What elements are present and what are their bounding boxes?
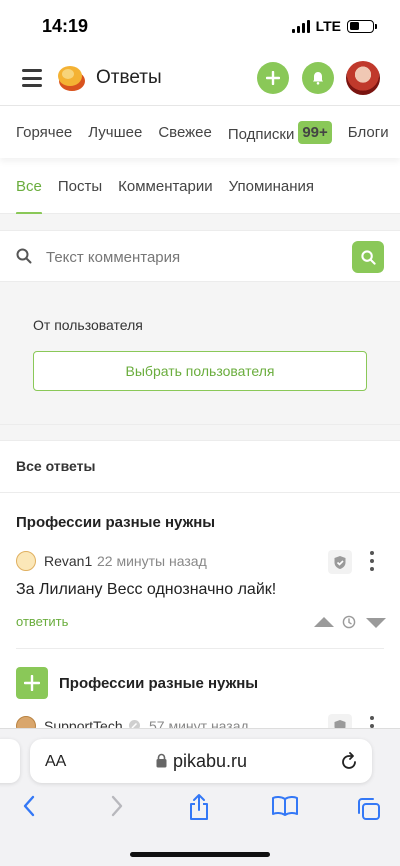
more-options-icon[interactable] <box>368 551 376 571</box>
previous-tab-preview[interactable] <box>0 739 20 783</box>
upvote-icon[interactable] <box>314 617 334 627</box>
category-blogs[interactable]: Блоги <box>348 124 389 141</box>
comment-username[interactable]: Revan1 <box>44 553 92 569</box>
forward-icon[interactable] <box>110 795 124 817</box>
comment-post-title[interactable]: Профессии разные нужны <box>16 514 215 531</box>
address-domain: pikabu.ru <box>173 751 248 771</box>
choose-user-button[interactable]: Выбрать пользователя <box>33 351 367 391</box>
app-header: Ответы <box>0 52 400 106</box>
battery-icon <box>347 19 377 33</box>
divider <box>0 440 400 441</box>
tabs-icon[interactable] <box>356 797 382 821</box>
reply-link[interactable]: ответить <box>16 614 68 629</box>
category-fresh[interactable]: Свежее <box>158 124 212 141</box>
comment-time: 22 минуты назад <box>97 553 207 569</box>
downvote-icon[interactable] <box>366 618 386 628</box>
category-subscriptions-label: Подписки <box>227 125 295 143</box>
clock-icon[interactable] <box>342 615 356 629</box>
status-indicators: LTE <box>291 18 377 34</box>
home-indicator <box>130 852 270 857</box>
section-title: Все ответы <box>16 458 96 474</box>
browser-toolbar: AA pikabu.ru <box>0 728 400 866</box>
subscriptions-count-badge: 99+ <box>298 120 332 144</box>
tab-comments[interactable]: Комментарии <box>118 168 212 214</box>
menu-icon[interactable] <box>22 69 42 87</box>
tab-mentions[interactable]: Упоминания <box>229 168 314 214</box>
bookmarks-icon[interactable] <box>271 795 299 817</box>
user-avatar[interactable] <box>346 61 380 95</box>
expand-post-button[interactable] <box>16 667 48 699</box>
comment-search-input[interactable] <box>46 243 326 271</box>
search-icon <box>16 248 32 264</box>
category-subscriptions[interactable]: Подписки 99+ <box>227 120 332 144</box>
category-best[interactable]: Лучшее <box>88 124 142 141</box>
divider <box>0 492 400 493</box>
cellular-signal-icon <box>291 19 310 33</box>
comment-post-title[interactable]: Профессии разные нужны <box>59 675 258 692</box>
comment-search-bar <box>0 230 400 282</box>
plus-icon <box>266 71 280 85</box>
network-type: LTE <box>315 18 341 34</box>
moderation-button[interactable] <box>328 550 352 574</box>
add-post-button[interactable] <box>257 62 289 94</box>
comment-text: За Лилиану Весс однозначно лайк! <box>16 581 277 598</box>
search-button[interactable] <box>352 241 384 273</box>
commenter-avatar[interactable] <box>16 551 36 571</box>
answers-tabs: Все Посты Комментарии Упоминания <box>0 168 400 215</box>
search-icon <box>360 249 376 265</box>
page-title: Ответы <box>96 67 162 88</box>
text-size-button[interactable]: AA <box>45 753 66 771</box>
status-time: 14:19 <box>42 16 89 36</box>
bell-icon <box>313 72 323 85</box>
category-hot[interactable]: Горячее <box>16 124 72 141</box>
address-bar[interactable]: AA pikabu.ru <box>30 739 372 783</box>
status-bar: 14:19 LTE <box>0 0 400 52</box>
share-icon[interactable] <box>188 793 210 821</box>
tab-posts[interactable]: Посты <box>58 168 102 214</box>
plus-icon <box>24 675 40 691</box>
notifications-button[interactable] <box>302 62 334 94</box>
shield-icon <box>334 555 346 569</box>
tab-all[interactable]: Все <box>16 168 42 215</box>
back-icon[interactable] <box>22 795 36 817</box>
lock-icon <box>156 753 167 768</box>
divider <box>0 424 400 425</box>
reload-icon[interactable] <box>340 751 358 771</box>
pikabu-logo-icon[interactable] <box>55 62 87 94</box>
from-user-label: От пользователя <box>33 317 143 333</box>
category-nav: Горячее Лучшее Свежее Подписки 99+ Блоги <box>0 106 400 158</box>
divider <box>16 648 384 649</box>
